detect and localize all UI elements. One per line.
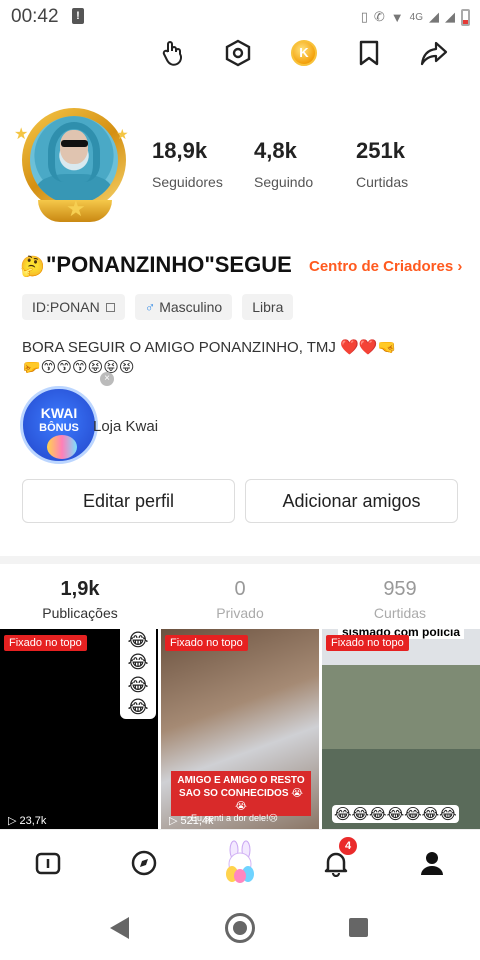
name-row: 🤔 "PONANZINHO"SEGUE Centro de Criadores … (20, 252, 470, 282)
stat-value: 18,9k (152, 138, 208, 163)
tab-private[interactable]: 0 Privado (180, 578, 300, 621)
video-thumbnail[interactable]: Fixado no topo 😂 😂 😂 😂 ▷ 23,7k (0, 629, 158, 829)
copy-icon (105, 302, 115, 312)
emoji: 😂 (127, 629, 149, 650)
tab-liked[interactable]: 959 Curtidas (340, 578, 460, 621)
gender-label: Masculino (159, 299, 223, 315)
stat-label: Seguindo (254, 174, 314, 190)
tab-count: 1,9k (60, 578, 100, 600)
emoji: 😂 (127, 697, 149, 718)
battery-icon (461, 8, 470, 26)
signal-icon: ◢ (429, 9, 439, 24)
alert-icon: ! (72, 8, 84, 24)
emoji-column: 😂 😂 😂 😂 (120, 629, 156, 719)
bookmark-icon[interactable] (353, 36, 385, 70)
stat-label: Seguidores (152, 174, 223, 190)
male-icon: ♂ (144, 299, 156, 315)
share-icon[interactable] (418, 36, 450, 70)
stat-followers[interactable]: 18,9k Seguidores (152, 138, 223, 190)
sign-tag: Libra (242, 294, 294, 320)
stat-value: 4,8k (254, 138, 297, 163)
creators-center-label: Centro de Criadores (309, 258, 454, 275)
stat-likes[interactable]: 251k Curtidas (356, 138, 408, 190)
kwai-bonus-badge[interactable]: KWAI BÔNUS (20, 386, 98, 464)
signal-icon-2: ◢ (445, 9, 455, 24)
wifi-icon: ▼ (390, 9, 404, 25)
kwai-badge-subtitle: BÔNUS (39, 422, 79, 434)
bio-line: BORA SEGUIR O AMIGO PONANZINHO, TMJ ❤️❤️… (22, 339, 397, 356)
call-icon: ✆ (373, 9, 385, 24)
pinned-badge: Fixado no topo (326, 635, 409, 651)
tab-label: Publicações (42, 605, 118, 621)
name-emoji: 🤔 (20, 256, 45, 278)
edit-profile-button[interactable]: Editar perfil (22, 479, 235, 523)
tab-label: Privado (216, 605, 264, 621)
status-icons: ▯ ✆ ▼ 4G ◢ ◢ (361, 6, 470, 28)
status-time: 00:42 (11, 6, 59, 27)
view-count: ▷ 23,7k (8, 815, 47, 827)
stat-value: 251k (356, 138, 405, 163)
video-thumbnail[interactable]: Fixado no topo AMIGO E AMIGO O RESTO SAO… (161, 629, 319, 829)
vibrate-icon: ▯ (360, 9, 368, 24)
status-bar: 00:42 ! ▯ ✆ ▼ 4G ◢ ◢ (0, 0, 480, 34)
discover-icon[interactable] (129, 848, 159, 878)
emoji-row: 😂😂😂😂😂😂😂 (332, 805, 459, 823)
tab-label: Curtidas (373, 605, 427, 621)
profile-icon[interactable] (417, 848, 447, 878)
recent-apps-icon[interactable] (349, 918, 368, 937)
avatar-photo (30, 116, 118, 204)
stat-label: Curtidas (356, 174, 409, 190)
top-actions: K (0, 36, 480, 72)
section-divider (0, 556, 480, 564)
home-circle-icon[interactable] (225, 913, 255, 943)
video-grid: Fixado no topo 😂 😂 😂 😂 ▷ 23,7k Fixado no… (0, 629, 480, 829)
system-nav-bar (0, 899, 480, 960)
tab-count: 959 (383, 578, 417, 600)
profile-bio: BORA SEGUIR O AMIGO PONANZINHO, TMJ ❤️❤️… (22, 338, 462, 378)
view-count-value: 521,4k (180, 815, 214, 827)
stat-following[interactable]: 4,8k Seguindo (254, 138, 313, 190)
profile-tags: ID:PONAN ♂ Masculino Libra (22, 294, 294, 320)
view-count: ▷ 521,4k (169, 815, 214, 827)
profile-stats: 18,9k Seguidores 4,8k Seguindo 251k Curt… (150, 138, 470, 194)
view-count-value: 23,7k (19, 815, 47, 827)
pinned-badge: Fixado no topo (4, 635, 87, 651)
home-icon[interactable] (33, 848, 63, 878)
user-id-tag[interactable]: ID:PONAN (22, 294, 125, 320)
add-friends-button[interactable]: Adicionar amigos (245, 479, 458, 523)
bottom-nav: 4 (0, 829, 480, 899)
gender-tag: ♂ Masculino (134, 294, 233, 320)
easter-egg-icon (47, 435, 77, 459)
notification-badge: 4 (339, 837, 357, 855)
avatar[interactable]: ★ ★ ★ (14, 104, 132, 224)
kwai-coin-icon[interactable]: K (288, 36, 320, 70)
bio-line: 🤛😙😙😙😝😝😝 (22, 359, 135, 376)
kwai-badge-title: KWAI (40, 405, 78, 421)
emoji: 😂 (127, 652, 149, 673)
close-icon[interactable]: × (100, 372, 114, 386)
user-id: ID:PONAN (32, 299, 100, 315)
tab-posts[interactable]: 1,9k Publicações (20, 578, 140, 621)
hand-tap-icon[interactable] (158, 36, 190, 70)
star-icon: ★ (116, 126, 129, 142)
sign-label: Libra (252, 299, 284, 315)
network-label: 4G (409, 11, 423, 23)
profile-name: "PONANZINHO"SEGUE (46, 252, 292, 277)
settings-hexagon-icon[interactable] (222, 36, 254, 70)
star-icon: ★ (66, 196, 86, 221)
tab-count: 0 (234, 578, 246, 600)
emoji: 😂 (127, 674, 149, 695)
video-thumbnail[interactable]: sismado com policia Fixado no topo 😂😂😂😂😂… (322, 629, 480, 829)
chevron-right-icon: › (457, 258, 463, 275)
star-icon: ★ (14, 126, 29, 143)
pinned-badge: Fixado no topo (165, 635, 248, 651)
video-caption: AMIGO E AMIGO O RESTO SAO SO CONHECIDOS … (171, 771, 311, 816)
creators-center-link[interactable]: Centro de Criadores › (309, 258, 462, 275)
kwai-bunny-icon[interactable] (222, 840, 258, 884)
back-icon[interactable] (110, 917, 129, 939)
kwai-store-link[interactable]: Loja Kwai (93, 418, 158, 435)
